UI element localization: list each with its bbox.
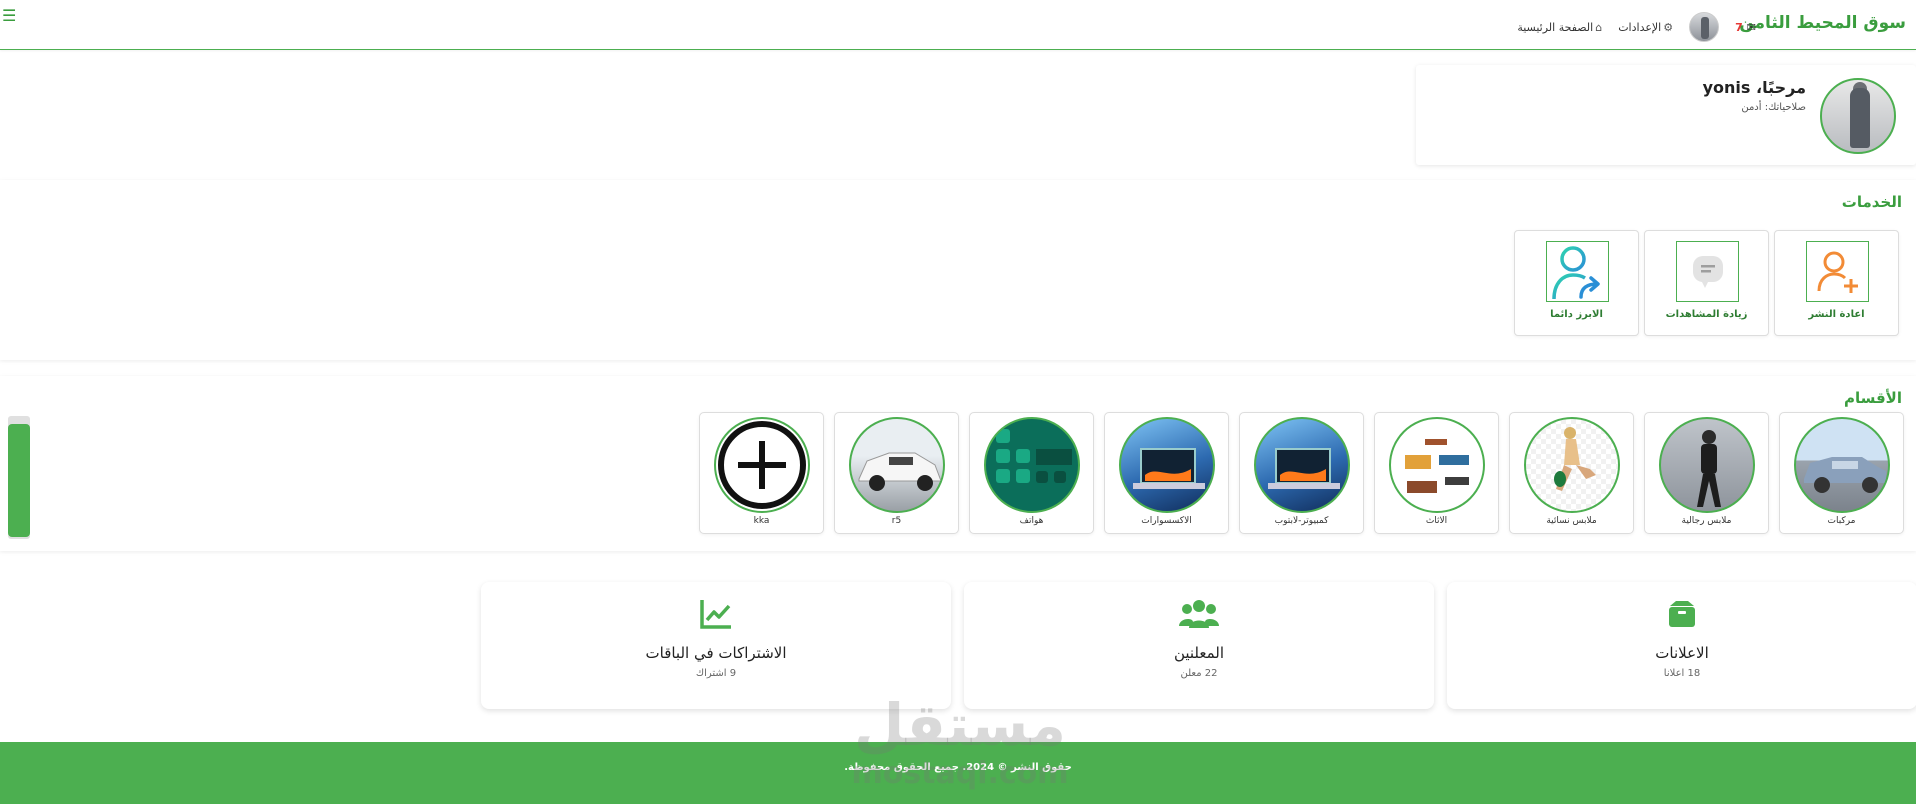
nav-home-link[interactable]: ⌂ الصفحة الرئيسية: [1517, 21, 1602, 34]
service-card-republish[interactable]: اعادة النشر: [1774, 230, 1899, 336]
stat-subtitle: 9 اشتراك: [695, 668, 737, 679]
nav-settings-link[interactable]: ⚙ الإعدادات: [1618, 21, 1673, 34]
stat-subtitle: 22 معلن: [1180, 668, 1218, 679]
categories-title: الأقسام: [1843, 389, 1902, 407]
watermark-logo: مستقل mostaqi.com: [830, 690, 1090, 800]
profile-role: صلاحياتك: أدمن: [1741, 102, 1806, 113]
category-image: [1794, 417, 1890, 513]
service-label: زيادة المشاهدات: [1665, 309, 1748, 320]
brand-title[interactable]: سوق المحيط الثامن: [1739, 13, 1906, 33]
category-label: r5: [891, 516, 902, 526]
hamburger-icon[interactable]: ☰: [2, 8, 16, 24]
category-image: [1119, 417, 1215, 513]
category-label: الاثاث: [1425, 516, 1448, 526]
category-image: [1659, 417, 1755, 513]
category-card-vehicles[interactable]: مركبات: [1779, 412, 1904, 534]
gear-icon: ⚙: [1663, 20, 1674, 34]
services-title: الخدمات: [1841, 193, 1902, 211]
category-card-kka[interactable]: kka: [699, 412, 824, 534]
profile-card: مرحبًا، yonis صلاحياتك: أدمن: [1416, 65, 1916, 165]
category-card-accessories[interactable]: الاكسسوارات: [1104, 412, 1229, 534]
watermark-latin: mostaqi.com: [851, 756, 1069, 791]
category-label: ملابس رجالية: [1681, 516, 1732, 526]
category-image: [849, 417, 945, 513]
category-image: [984, 417, 1080, 513]
category-image: [1254, 417, 1350, 513]
user-share-icon: [1546, 241, 1609, 302]
stat-card-ads: الاعلانات 18 اعلانا: [1447, 582, 1916, 709]
category-label: مركبات: [1827, 516, 1856, 526]
service-card-featured[interactable]: الابرز دائما: [1514, 230, 1639, 336]
service-card-views[interactable]: زيادة المشاهدات: [1644, 230, 1769, 336]
messages-count-badge: 7: [1735, 20, 1743, 34]
profile-greeting: مرحبًا، yonis: [1702, 78, 1806, 97]
nav-home-label: الصفحة الرئيسية: [1517, 20, 1594, 34]
nav-links: ⌂ الصفحة الرئيسية ⚙ الإعدادات ✉ 7: [1517, 12, 1756, 42]
envelope-icon: ✉: [1746, 20, 1756, 34]
watermark-arabic: مستقل: [853, 691, 1067, 759]
box-icon: [1447, 598, 1916, 630]
category-image: [1524, 417, 1620, 513]
stat-title: الاعلانات: [1655, 644, 1709, 662]
home-icon: ⌂: [1595, 20, 1603, 34]
nav-messages-link[interactable]: ✉ 7: [1735, 21, 1756, 34]
category-label: كمبيوتر-لابتوب: [1274, 516, 1329, 526]
nav-settings-label: الإعدادات: [1618, 20, 1662, 34]
category-card-r5[interactable]: r5: [834, 412, 959, 534]
top-navbar: سوق المحيط الثامن ⌂ الصفحة الرئيسية ⚙ ال…: [0, 0, 1916, 50]
category-label: ملابس نسائية: [1546, 516, 1597, 526]
category-card-men-clothes[interactable]: ملابس رجالية: [1644, 412, 1769, 534]
add-circle-icon: [714, 417, 810, 513]
category-label: kka: [753, 516, 770, 526]
category-card-furniture[interactable]: الاثاث: [1374, 412, 1499, 534]
user-plus-icon: [1806, 241, 1869, 302]
category-card-phones[interactable]: هواتف: [969, 412, 1094, 534]
nav-avatar[interactable]: [1689, 12, 1720, 42]
service-label: اعادة النشر: [1808, 309, 1865, 320]
service-label: الابرز دائما: [1550, 309, 1603, 320]
services-section: الخدمات اعادة النشر زيادة المشاهدات الاب…: [0, 180, 1916, 360]
categories-scrollbar-thumb[interactable]: [8, 424, 30, 537]
category-card-women-clothes[interactable]: ملابس نسائية: [1509, 412, 1634, 534]
category-card-computers[interactable]: كمبيوتر-لابتوب: [1239, 412, 1364, 534]
chart-line-icon: [481, 598, 951, 630]
category-image: [1389, 417, 1485, 513]
category-label: هواتف: [1019, 516, 1044, 526]
categories-section: الأقسام مركبات ملابس رجالية ملابس نسائية…: [0, 376, 1916, 551]
users-icon: [964, 598, 1434, 630]
chat-bubble-icon: [1676, 241, 1739, 302]
stat-title: المعلنين: [1173, 644, 1225, 662]
profile-avatar: [1820, 78, 1896, 154]
stat-subtitle: 18 اعلانا: [1663, 668, 1701, 679]
category-label: الاكسسوارات: [1141, 516, 1192, 526]
stat-title: الاشتراكات في الباقات: [645, 644, 787, 662]
